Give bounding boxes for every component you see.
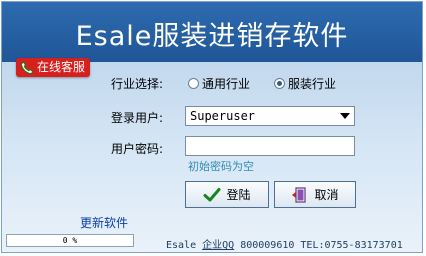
radio-circle [274, 78, 285, 89]
exit-door-icon [292, 186, 307, 203]
qq-link[interactable]: 企业QQ [202, 240, 234, 251]
login-button-label: 登陆 [226, 188, 251, 202]
password-field[interactable] [185, 136, 355, 156]
online-service-button[interactable]: 在线客服 [16, 58, 91, 77]
online-service-label: 在线客服 [37, 60, 86, 74]
contact-details: 800009610 TEL:0755-83173701 [234, 240, 403, 251]
radio-circle [188, 78, 199, 89]
progress-text: 0 % [62, 236, 78, 245]
cancel-button-label: 取消 [314, 188, 339, 202]
header-banner: Esale服装进销存软件 [2, 2, 422, 62]
radio-clothing-industry[interactable]: 服装行业 [274, 75, 336, 92]
contact-info: Esale 企业QQ 800009610 TEL:0755-83173701 [166, 236, 403, 251]
radio-general-industry[interactable]: 通用行业 [188, 75, 250, 92]
checkmark-icon [203, 187, 221, 201]
login-window: Esale服装进销存软件 [1, 1, 423, 253]
password-hint: 初始密码为空 [188, 160, 254, 173]
contact-prefix: Esale [166, 240, 203, 251]
cancel-button[interactable]: 取消 [274, 181, 356, 208]
dropdown-arrow-icon[interactable] [338, 109, 352, 123]
industry-label: 行业选择: [111, 77, 164, 91]
radio-label: 服装行业 [288, 77, 337, 91]
user-label: 登录用户: [111, 111, 164, 125]
radio-label: 通用行业 [202, 77, 251, 91]
progress-bar: 0 % [6, 234, 134, 247]
update-software-link[interactable]: 更新软件 [80, 214, 128, 231]
login-button[interactable]: 登陆 [185, 181, 269, 208]
phone-icon [20, 61, 34, 74]
user-select-value: Superuser [190, 109, 256, 123]
app-title: Esale服装进销存软件 [75, 21, 349, 52]
password-label: 用户密码: [111, 142, 164, 156]
user-select[interactable]: Superuser [185, 106, 355, 126]
